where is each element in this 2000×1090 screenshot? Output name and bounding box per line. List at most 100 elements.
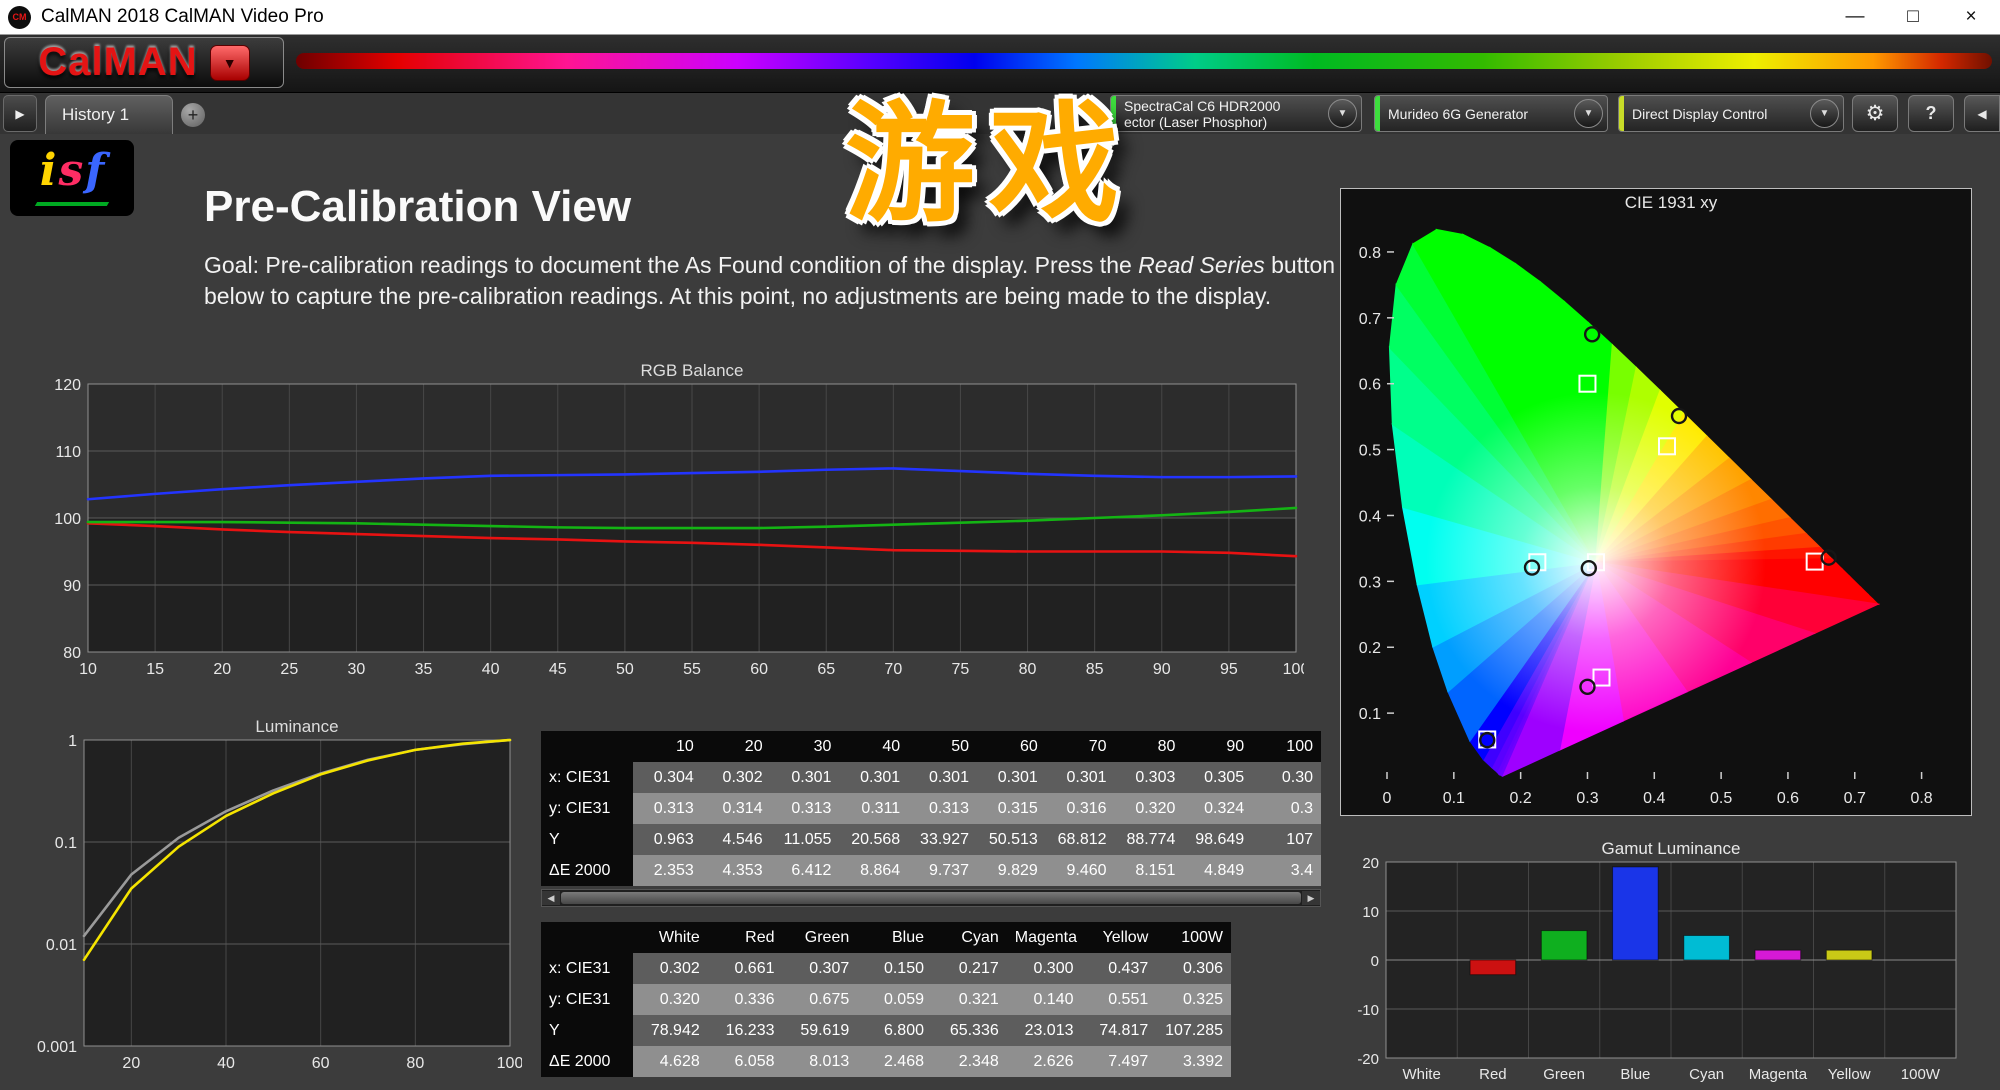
table-cell: 0.315 xyxy=(976,793,1046,824)
table-cell: 0.304 xyxy=(633,762,702,793)
gear-icon: ⚙ xyxy=(1865,102,1885,125)
device-label-line1: SpectraCal C6 HDR2000 xyxy=(1124,97,1281,114)
table-row: y: CIE31 0.313 0.314 0.313 0.311 0.313 0.315 0.… xyxy=(541,793,1321,824)
svg-text:75: 75 xyxy=(952,661,970,678)
svg-text:85: 85 xyxy=(1086,661,1104,678)
chevron-down-icon[interactable]: ▼ xyxy=(1574,99,1603,128)
table-cell: 0.3 xyxy=(1252,793,1321,824)
generator-selector[interactable]: Murideo 6G Generator ▼ xyxy=(1374,95,1608,132)
table-cell: 23.013 xyxy=(1006,1015,1082,1046)
column-header: Magenta xyxy=(1006,922,1082,953)
column-header: 60 xyxy=(976,731,1046,762)
table-cell: 78.942 xyxy=(633,1015,708,1046)
display-control-selector[interactable]: Direct Display Control ▼ xyxy=(1618,95,1844,132)
svg-text:0.8: 0.8 xyxy=(1359,245,1381,262)
column-header: White xyxy=(633,922,708,953)
svg-text:95: 95 xyxy=(1220,661,1238,678)
device-status-accent xyxy=(1619,96,1624,131)
minimize-button[interactable]: — xyxy=(1826,0,1884,34)
calman-menu[interactable]: CalMAN ▼ xyxy=(4,37,284,88)
settings-button[interactable]: ⚙ xyxy=(1852,95,1898,132)
add-tab-button[interactable]: + xyxy=(181,103,205,127)
gamut-data-table: White Red Green Blue Cyan Magenta Yellow 100W x:… xyxy=(541,922,1231,1077)
svg-text:90: 90 xyxy=(63,578,81,595)
table-cell: 0.301 xyxy=(839,762,909,793)
scroll-left-icon[interactable]: ◀ xyxy=(542,891,560,905)
isf-letter-i: i xyxy=(39,145,57,196)
help-button[interactable]: ? xyxy=(1908,95,1954,132)
close-button[interactable]: × xyxy=(1942,0,2000,34)
table-cell: 0.336 xyxy=(707,984,783,1015)
table-horizontal-scrollbar[interactable]: ◀ ▶ xyxy=(541,889,1321,907)
svg-text:Blue: Blue xyxy=(1620,1066,1650,1083)
maximize-button[interactable]: □ xyxy=(1884,0,1942,34)
row-label: Y xyxy=(541,1015,633,1046)
svg-text:90: 90 xyxy=(1153,661,1171,678)
device-label-line2: ector (Laser Phosphor) xyxy=(1124,113,1268,130)
table-cell: 0.325 xyxy=(1156,984,1231,1015)
table-cell: 33.927 xyxy=(908,824,977,855)
table-cell: 0.963 xyxy=(633,824,702,855)
table-cell: 0.314 xyxy=(701,793,771,824)
svg-text:10: 10 xyxy=(1362,904,1379,921)
svg-text:0.001: 0.001 xyxy=(37,1039,77,1056)
svg-text:Magenta: Magenta xyxy=(1749,1066,1808,1083)
column-header: 30 xyxy=(770,731,840,762)
goal-text: Goal: Pre-calibration readings to docume… xyxy=(204,250,1335,312)
column-header: Cyan xyxy=(932,922,1007,953)
table-cell: 2.353 xyxy=(633,855,702,886)
nav-forward-button[interactable]: ▶ xyxy=(3,95,37,132)
scroll-right-icon[interactable]: ▶ xyxy=(1302,891,1320,905)
table-corner-cell xyxy=(541,731,633,762)
device-label-line1: Direct Display Control xyxy=(1632,105,1768,122)
svg-text:0.3: 0.3 xyxy=(1359,574,1381,591)
table-cell: 2.626 xyxy=(1006,1046,1082,1077)
column-header: Green xyxy=(782,922,858,953)
column-header: 10 xyxy=(633,731,702,762)
table-cell: 0.059 xyxy=(857,984,932,1015)
svg-text:-20: -20 xyxy=(1357,1051,1379,1068)
chevron-down-icon[interactable]: ▼ xyxy=(1810,99,1839,128)
svg-text:0: 0 xyxy=(1383,790,1392,807)
table-cell: 0.306 xyxy=(1156,953,1231,984)
table-cell: 8.864 xyxy=(839,855,909,886)
table-cell: 0.303 xyxy=(1114,762,1184,793)
svg-text:Gamut Luminance: Gamut Luminance xyxy=(1602,839,1741,858)
table-cell: 0.313 xyxy=(633,793,702,824)
chevron-left-icon: ◀ xyxy=(1977,106,1987,121)
table-cell: 0.302 xyxy=(633,953,708,984)
toolbar: CalMAN ▼ xyxy=(0,34,2000,93)
svg-text:0.01: 0.01 xyxy=(46,937,77,954)
row-label: x: CIE31 xyxy=(541,953,633,984)
svg-text:0.5: 0.5 xyxy=(1359,443,1381,460)
column-header: 40 xyxy=(839,731,909,762)
data-table: 10 20 30 40 50 60 70 80 90 100 x: CIE31 0.304 0.302 0… xyxy=(541,731,1321,886)
calman-menu-button[interactable]: ▼ xyxy=(209,44,250,81)
svg-text:50: 50 xyxy=(616,661,634,678)
svg-text:0: 0 xyxy=(1371,953,1379,970)
table-cell: 0.30 xyxy=(1252,762,1321,793)
table-cell: 9.460 xyxy=(1045,855,1115,886)
panel-collapse-button[interactable]: ◀ xyxy=(1964,95,2000,132)
svg-text:0.1: 0.1 xyxy=(1443,790,1465,807)
table-cell: 0.321 xyxy=(932,984,1007,1015)
table-cell: 0.551 xyxy=(1081,984,1157,1015)
table-cell: 2.348 xyxy=(932,1046,1007,1077)
table-corner-cell xyxy=(541,922,633,953)
column-header: 100 xyxy=(1252,731,1321,762)
table-cell: 0.316 xyxy=(1045,793,1115,824)
read-series-emphasis: Read Series xyxy=(1138,252,1265,278)
svg-text:0.8: 0.8 xyxy=(1910,790,1932,807)
scrollbar-thumb[interactable] xyxy=(561,892,1301,904)
svg-text:0.7: 0.7 xyxy=(1844,790,1866,807)
meter-selector[interactable]: SpectraCal C6 HDR2000 ector (Laser Phosp… xyxy=(1110,95,1362,132)
table-cell: 4.353 xyxy=(701,855,771,886)
chevron-down-icon[interactable]: ▼ xyxy=(1328,99,1357,128)
table-row: Y 78.942 16.233 59.619 6.800 65.336 23.013 74.8… xyxy=(541,1015,1231,1046)
svg-text:0.4: 0.4 xyxy=(1643,790,1665,807)
table-row: ΔE 2000 2.353 4.353 6.412 8.864 9.737 9.829 9.4… xyxy=(541,855,1321,886)
tab-history-1[interactable]: History 1 xyxy=(45,95,173,134)
svg-text:15: 15 xyxy=(146,661,164,678)
table-cell: 4.546 xyxy=(701,824,771,855)
row-label: Y xyxy=(541,824,633,855)
